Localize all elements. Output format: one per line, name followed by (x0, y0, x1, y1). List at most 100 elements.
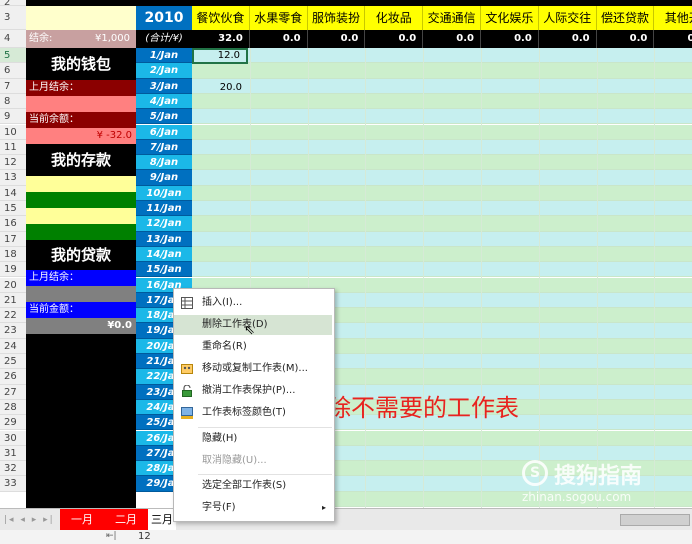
grid-row[interactable] (192, 63, 692, 79)
category-header[interactable]: 化妆品 (365, 6, 424, 30)
category-header[interactable]: 其他开 (654, 6, 692, 30)
menu-item-tab-color[interactable]: 工作表标签颜色(T) (174, 403, 332, 423)
menu-item-select-all-sheets[interactable]: 选定全部工作表(S) (174, 476, 332, 496)
grid-row[interactable] (192, 231, 692, 247)
row-number[interactable]: 15 (0, 201, 26, 217)
category-total[interactable]: 0.0 (249, 30, 308, 48)
category-header[interactable]: 交通通信 (423, 6, 481, 30)
date-cell[interactable]: 14/Jan (136, 246, 192, 263)
menu-item-unhide[interactable]: 取消隐藏(U)... (174, 451, 332, 471)
category-header[interactable]: 水果零食 (249, 6, 308, 30)
grid-row[interactable] (192, 93, 692, 110)
row-number[interactable]: 14 (0, 185, 26, 201)
category-total[interactable]: 0.0 (307, 30, 366, 48)
menu-item-hide[interactable]: 隐藏(H) (174, 429, 332, 449)
menu-item-insert[interactable]: 插入(I)... (174, 293, 332, 313)
menu-item-rename[interactable]: 重命名(R) (174, 337, 332, 357)
category-header[interactable]: 服饰装扮 (307, 6, 366, 30)
date-cell[interactable]: 1/Jan (136, 48, 192, 64)
row-number[interactable]: 23 (0, 323, 26, 339)
category-total[interactable]: 0.0 (596, 30, 655, 48)
current-balance-cell[interactable]: 当前余额： (26, 112, 136, 128)
spreadsheet-grid[interactable]: 2 3 4 5 6 7 8 9 10 11 12 13 14 15 16 17 18 19 20 21 22 23 24 25… (0, 0, 692, 508)
menu-item-unprotect[interactable]: 撤消工作表保护(P)... (174, 381, 332, 401)
category-total[interactable]: 0.0 (538, 30, 597, 48)
selected-cell-jan1[interactable]: 12.0 (192, 48, 248, 64)
row-number[interactable]: 12 (0, 155, 26, 171)
category-total[interactable]: 0.0 (365, 30, 424, 48)
date-cell[interactable]: 10/Jan (136, 185, 192, 201)
date-cell[interactable]: 11/Jan (136, 201, 192, 217)
sheet-tab-feb[interactable]: 二月 (104, 509, 148, 531)
grid-row[interactable] (192, 109, 692, 125)
row-number[interactable]: 9 (0, 109, 26, 125)
loan-last-month-cell[interactable]: 上月结余： (26, 270, 136, 286)
grid-row[interactable] (192, 262, 692, 278)
date-cell[interactable]: 15/Jan (136, 262, 192, 278)
row-number[interactable]: 31 (0, 445, 26, 462)
sheet-tab-mar[interactable]: 三月 (148, 509, 176, 531)
row-number[interactable]: 5 (0, 48, 26, 64)
date-cell[interactable]: 12/Jan (136, 216, 192, 232)
balance-cell[interactable]: 结余: ¥1,000 (26, 30, 136, 48)
row-number[interactable]: 18 (0, 246, 26, 263)
date-cell[interactable]: 8/Jan (136, 155, 192, 171)
loan-last-month-value-cell[interactable] (26, 286, 136, 302)
row-number[interactable]: 17 (0, 231, 26, 247)
grid-row[interactable] (192, 246, 692, 263)
grid-row[interactable] (192, 201, 692, 217)
row-number[interactable]: 27 (0, 384, 26, 400)
grid-row[interactable] (192, 185, 692, 201)
row-number[interactable]: 29 (0, 415, 26, 431)
category-header[interactable]: 人际交往 (538, 6, 597, 30)
grid-row[interactable] (192, 78, 692, 94)
menu-item-font-size[interactable]: 字号(F) ▸ (174, 498, 332, 518)
row-number[interactable]: 8 (0, 93, 26, 110)
row-number[interactable]: 22 (0, 308, 26, 324)
row-number[interactable]: 13 (0, 170, 26, 186)
category-total[interactable]: 0.0 (481, 30, 539, 48)
grid-row[interactable] (192, 124, 692, 140)
row-number[interactable]: 30 (0, 430, 26, 446)
sheet-tab-jan[interactable]: 一月 (60, 509, 104, 531)
tab-nav-buttons[interactable]: |◂ ◂ ▸ ▸| (4, 509, 58, 531)
category-total[interactable]: 32.0 (192, 30, 250, 48)
date-cell[interactable]: 4/Jan (136, 93, 192, 110)
row-number[interactable]: 16 (0, 216, 26, 232)
row-number[interactable]: 21 (0, 292, 26, 309)
savings-row-2[interactable] (26, 192, 136, 208)
category-total[interactable]: 0.0 (423, 30, 481, 48)
grid-row[interactable] (192, 155, 692, 171)
row-number[interactable]: 10 (0, 124, 26, 140)
row-number[interactable]: 6 (0, 63, 26, 79)
date-cell[interactable]: 9/Jan (136, 170, 192, 186)
date-cell[interactable]: 13/Jan (136, 231, 192, 247)
row-number[interactable]: 33 (0, 476, 26, 492)
row-number[interactable]: 7 (0, 78, 26, 94)
last-month-value-cell[interactable] (26, 96, 136, 112)
row-number[interactable]: 3 (0, 6, 26, 30)
row-number[interactable]: 4 (0, 30, 26, 48)
category-header[interactable]: 餐饮伙食 (192, 6, 250, 30)
savings-row-4[interactable] (26, 224, 136, 240)
current-balance-value-cell[interactable]: ¥ -32.0 (26, 128, 136, 144)
date-cell[interactable]: 6/Jan (136, 124, 192, 140)
date-cell[interactable]: 3/Jan (136, 78, 192, 94)
date-cell[interactable]: 5/Jan (136, 109, 192, 125)
row-number[interactable]: 24 (0, 338, 26, 354)
cell-jan3[interactable]: 20.0 (192, 80, 248, 96)
date-cell[interactable]: 7/Jan (136, 139, 192, 156)
savings-row-3[interactable] (26, 208, 136, 224)
horizontal-scrollbar[interactable] (620, 514, 690, 526)
row-number[interactable]: 20 (0, 277, 26, 293)
row-number[interactable]: 32 (0, 461, 26, 477)
row-number[interactable]: 19 (0, 262, 26, 278)
loan-current-cell[interactable]: 当前金额： (26, 302, 136, 318)
savings-row-1[interactable] (26, 176, 136, 192)
grid-row[interactable] (192, 139, 692, 156)
row-number[interactable]: 11 (0, 139, 26, 156)
row-number[interactable]: 28 (0, 399, 26, 416)
category-header[interactable]: 文化娱乐 (481, 6, 539, 30)
grid-row[interactable] (192, 216, 692, 232)
row-number[interactable]: 25 (0, 354, 26, 370)
